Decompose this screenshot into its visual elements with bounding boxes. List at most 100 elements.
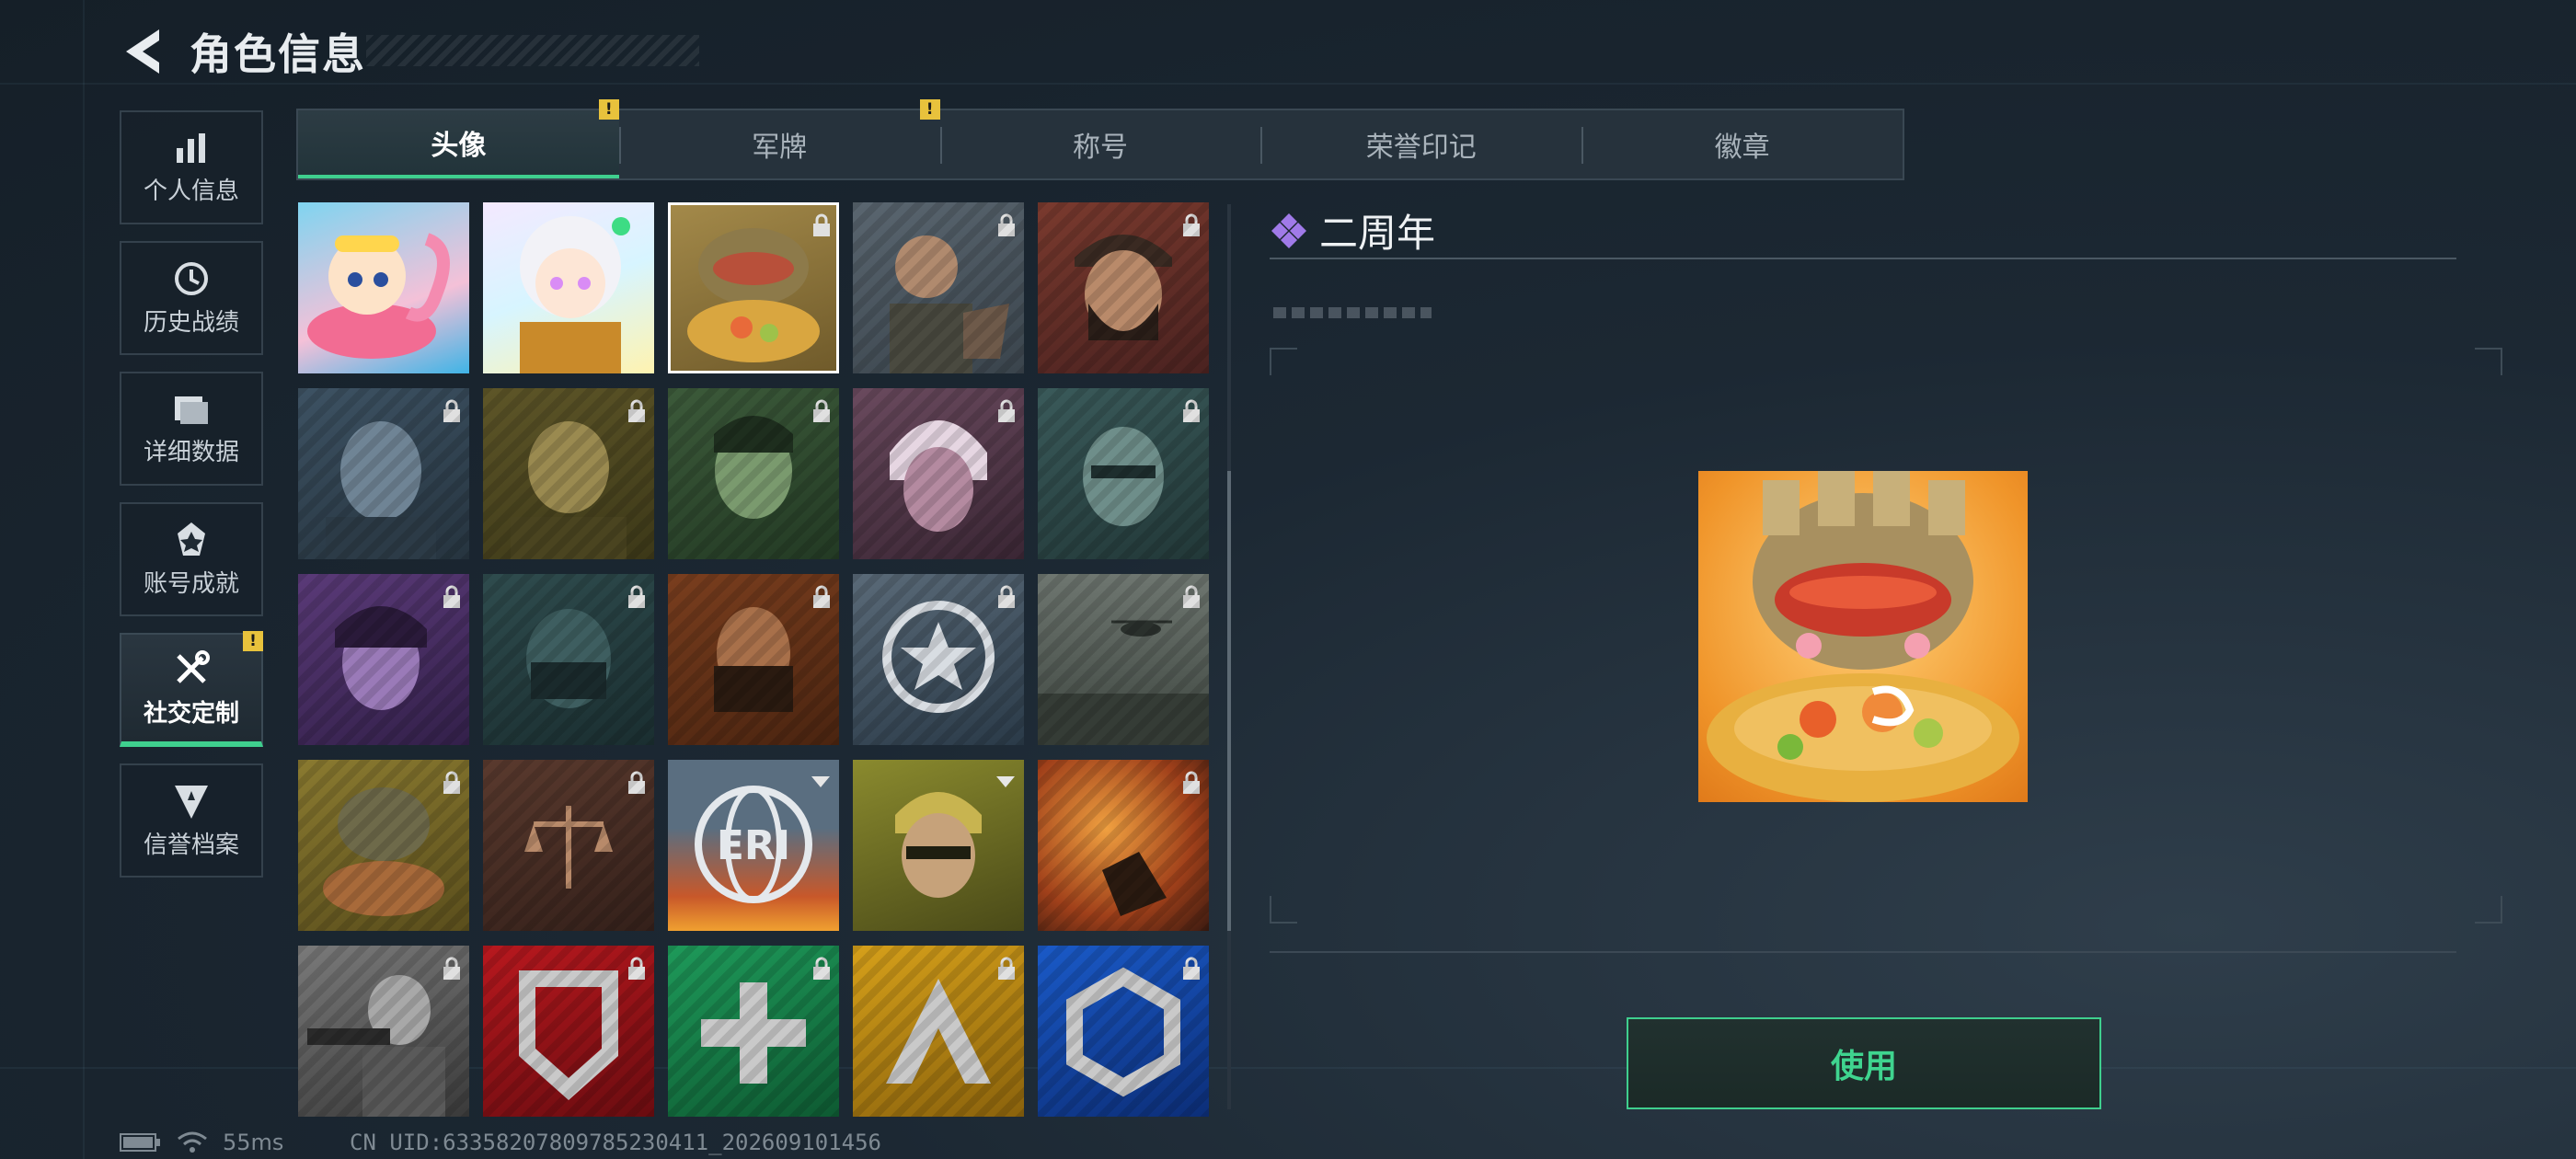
- avatar-tile[interactable]: [298, 760, 469, 931]
- avatar-tile[interactable]: [1038, 760, 1209, 931]
- tab-notification-badge: !: [919, 99, 940, 120]
- avatar-tile[interactable]: [668, 574, 839, 745]
- lock-icon: [1183, 771, 1200, 794]
- summer-flamingo-avatar: [307, 233, 450, 359]
- avatar-tile[interactable]: [483, 760, 654, 931]
- avatar-tile[interactable]: [853, 388, 1024, 559]
- achievement-icon: [178, 522, 205, 556]
- avatar-tile[interactable]: [298, 388, 469, 559]
- lock-icon: [998, 399, 1015, 422]
- sidebar-item-history[interactable]: 历史战绩: [120, 241, 263, 355]
- frame-corner: [2475, 896, 2502, 924]
- lock-icon: [1183, 585, 1200, 608]
- tab-notification-badge: !: [598, 99, 619, 120]
- anniversary-hotpot-preview-image: [1707, 471, 2019, 802]
- avatar-tile[interactable]: [483, 946, 654, 1117]
- folder-data-icon: [175, 396, 208, 424]
- title-decoration: [366, 35, 699, 66]
- avatar-tile[interactable]: [853, 574, 1024, 745]
- sidebar-item-label: 个人信息: [143, 177, 239, 205]
- tab-badge[interactable]: 徽章: [1581, 110, 1903, 178]
- avatar-tile[interactable]: [853, 760, 1024, 931]
- headset-operator-avatar: [714, 416, 793, 519]
- tab-avatar[interactable]: 头像 !: [298, 99, 619, 178]
- scarf-operator-avatar: [714, 607, 793, 712]
- uid-text: CN UID:63358207809785230411_202609101456: [350, 1130, 881, 1155]
- tab-label: 军牌: [752, 132, 808, 164]
- lock-icon: [628, 771, 645, 794]
- avatar-tile[interactable]: ERI: [668, 760, 839, 931]
- avatar-tile[interactable]: [1038, 388, 1209, 559]
- star-emblem-avatar: [882, 601, 995, 713]
- sidebar-item-achievements[interactable]: 账号成就: [120, 502, 263, 616]
- reputation-icon: [175, 785, 208, 819]
- use-button[interactable]: 使用: [1627, 1017, 2101, 1109]
- sidebar-item-profile[interactable]: 个人信息: [120, 110, 263, 224]
- tab-label: 徽章: [1714, 132, 1770, 164]
- back-button[interactable]: [120, 27, 169, 76]
- sidebar-item-details[interactable]: 详细数据: [120, 372, 263, 486]
- tab-label: 头像: [431, 130, 487, 162]
- detail-subtitle-placeholder: [1273, 307, 1432, 318]
- lock-icon: [628, 585, 645, 608]
- detail-divider: [1270, 258, 2456, 259]
- avatar-tile[interactable]: [1038, 202, 1209, 373]
- detail-title: 二周年: [1319, 211, 1436, 256]
- avatar-tile[interactable]: [668, 388, 839, 559]
- grid-scrollbar-thumb[interactable]: [1227, 471, 1231, 931]
- sidebar-item-reputation[interactable]: 信誉档案: [120, 763, 263, 878]
- lock-icon: [998, 585, 1015, 608]
- sidebar-item-label: 信誉档案: [143, 831, 239, 859]
- white-hair-operator-avatar: [890, 420, 987, 532]
- avatar-tile[interactable]: [1038, 946, 1209, 1117]
- lock-icon: [998, 213, 1015, 236]
- tab-title[interactable]: 称号: [939, 110, 1261, 178]
- lock-icon: [443, 585, 460, 608]
- bearded-operator-avatar: [1075, 235, 1172, 340]
- ping-text: 55ms: [223, 1130, 284, 1155]
- sidebar-item-social[interactable]: 社交定制: [120, 633, 263, 747]
- frame-corner: [2475, 348, 2502, 375]
- back-arrow-icon: [126, 29, 159, 74]
- tab-label: 称号: [1072, 132, 1128, 164]
- tab-dogtag[interactable]: 军牌 !: [618, 99, 940, 178]
- bar-chart-icon: [177, 132, 205, 163]
- avatar-tile[interactable]: [668, 946, 839, 1117]
- avatar-tile[interactable]: [483, 202, 654, 373]
- frame-corner: [1270, 896, 1297, 924]
- masked-operator-avatar: [526, 609, 611, 708]
- explosion-avatar: [1102, 852, 1167, 916]
- avatar-tile[interactable]: [483, 574, 654, 745]
- tools-icon: [177, 649, 210, 683]
- avatar-tile[interactable]: [483, 388, 654, 559]
- status-bar: 55ms: [120, 1130, 283, 1155]
- avatar-tile[interactable]: [853, 946, 1024, 1117]
- page-header: 角色信息: [120, 22, 699, 81]
- avatar-tile[interactable]: [853, 202, 1024, 373]
- red-shield-emblem-avatar: [519, 970, 618, 1101]
- avatar-tile-selected[interactable]: [668, 202, 839, 373]
- eri-text: ERI: [717, 822, 790, 869]
- lock-icon: [813, 957, 830, 980]
- avatar-preview: [1698, 471, 2028, 802]
- gunner-sketch-avatar: [307, 975, 445, 1117]
- ramen-soldier-avatar: [323, 787, 444, 916]
- avatar-tile[interactable]: [1038, 574, 1209, 745]
- category-tabs: 头像 ! 军牌 ! 称号 荣誉印记 徽章: [296, 99, 1904, 180]
- chibi-white-hair-avatar: [520, 216, 630, 373]
- avatar-tile[interactable]: [298, 946, 469, 1117]
- lock-icon: [813, 585, 830, 608]
- battery-icon: [120, 1133, 160, 1152]
- scales-emblem-avatar: [524, 806, 613, 889]
- tab-label: 荣誉印记: [1365, 132, 1477, 164]
- avatar-tile[interactable]: [298, 574, 469, 745]
- avatar-tile[interactable]: [298, 202, 469, 373]
- lock-icon: [998, 957, 1015, 980]
- tab-honor-mark[interactable]: 荣誉印记: [1260, 110, 1581, 178]
- diamond-quality-icon: [1271, 212, 1306, 248]
- lock-icon: [443, 399, 460, 422]
- lock-icon: [628, 399, 645, 422]
- lock-icon: [1183, 213, 1200, 236]
- bald-operator-avatar: [511, 421, 627, 559]
- lock-icon: [813, 213, 830, 236]
